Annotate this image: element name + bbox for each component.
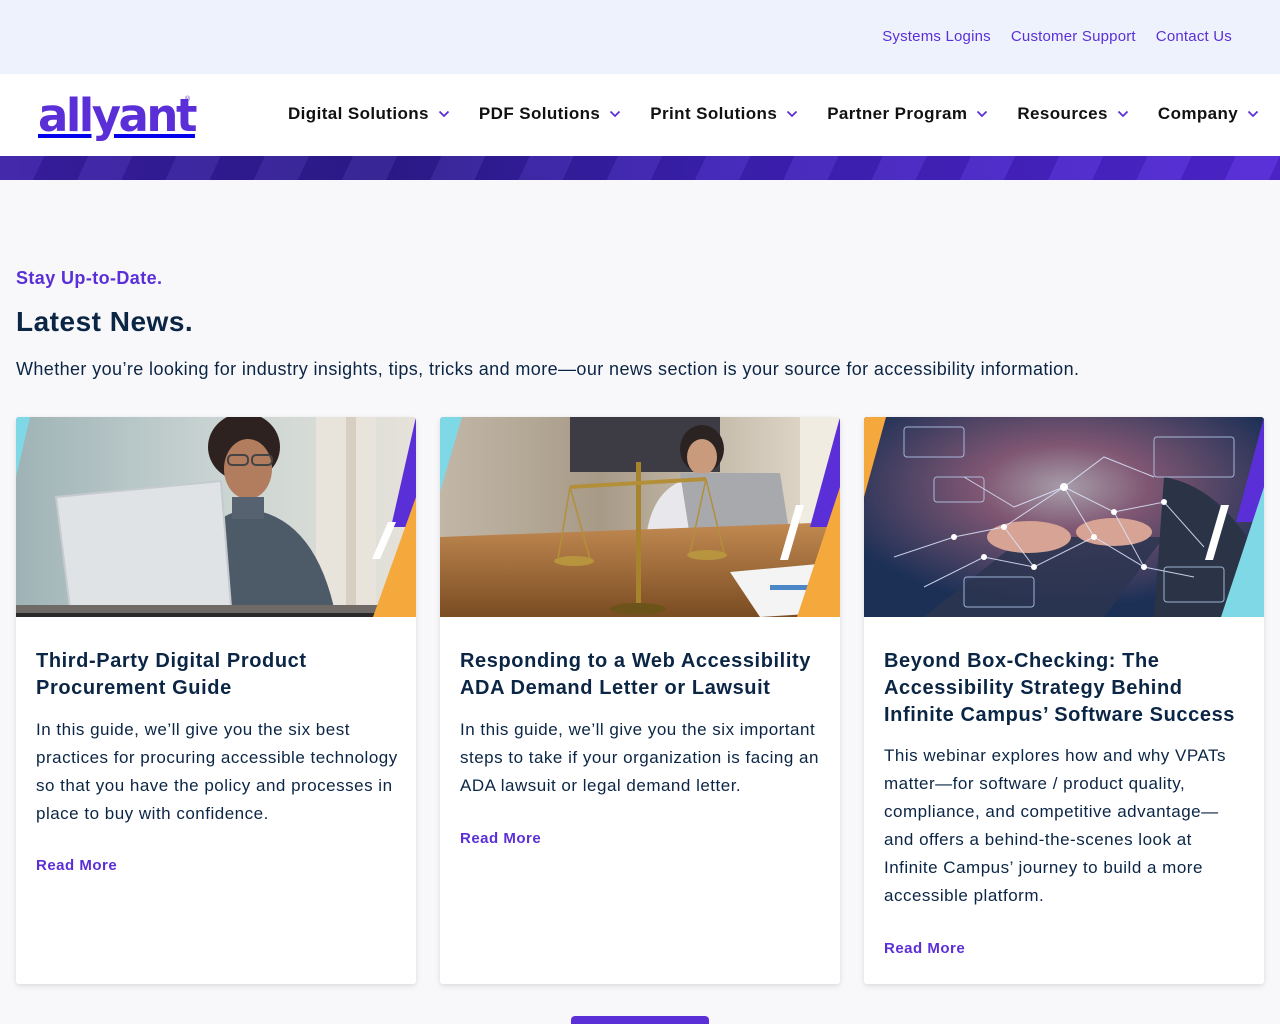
read-more-link[interactable]: Read More: [460, 830, 541, 847]
contact-us-link[interactable]: Contact Us: [1156, 28, 1232, 45]
read-more-link[interactable]: Read More: [884, 940, 965, 957]
logo-registered-mark: ®: [185, 96, 191, 103]
card-image-tech-network: [864, 417, 1264, 617]
chevron-down-icon: [1248, 110, 1259, 118]
systems-logins-link[interactable]: Systems Logins: [882, 28, 991, 45]
allyant-logo[interactable]: allyant ®: [38, 88, 198, 144]
nav-label: Print Solutions: [650, 104, 778, 123]
nav-label: Resources: [1017, 104, 1108, 123]
main-nav: Digital Solutions PDF Solutions Print So…: [288, 104, 1259, 124]
utility-links: Systems Logins Customer Support Contact …: [882, 28, 1232, 45]
nav-print-solutions[interactable]: Print Solutions: [650, 104, 798, 124]
nav-partner-program[interactable]: Partner Program: [827, 104, 988, 124]
card-title[interactable]: Beyond Box-Checking: The Accessibility S…: [884, 648, 1249, 729]
nav-resources[interactable]: Resources: [1017, 104, 1129, 124]
chevron-down-icon: [977, 110, 988, 118]
utility-bar: Systems Logins Customer Support Contact …: [0, 0, 1280, 74]
card-title[interactable]: Responding to a Web Accessibility ADA De…: [460, 648, 825, 702]
nav-digital-solutions[interactable]: Digital Solutions: [288, 104, 450, 124]
nav-label: Partner Program: [827, 104, 968, 123]
nav-label: Company: [1157, 104, 1239, 123]
nav-pdf-solutions[interactable]: PDF Solutions: [479, 104, 621, 124]
news-card[interactable]: Third-Party Digital Product Procurement …: [16, 417, 416, 984]
section-eyebrow: Stay Up-to-Date.: [16, 268, 163, 288]
read-more-link[interactable]: Read More: [36, 857, 117, 874]
chevron-down-icon: [1117, 110, 1129, 118]
card-image-woman-laptop: [16, 417, 416, 617]
chevron-down-icon: [610, 110, 621, 118]
section-description: Whether you’re looking for industry insi…: [16, 359, 1080, 379]
customer-support-link[interactable]: Customer Support: [1011, 28, 1136, 45]
hero-banner-stripe: [0, 156, 1280, 180]
nav-label: PDF Solutions: [478, 104, 601, 123]
news-card[interactable]: Responding to a Web Accessibility ADA De…: [440, 417, 840, 984]
card-excerpt: In this guide, we’ll give you the six be…: [36, 720, 398, 823]
view-all-news-button[interactable]: [571, 1016, 709, 1024]
card-image-justice-scales: [440, 417, 840, 617]
nav-label: Digital Solutions: [288, 104, 429, 123]
section-title: Latest News.: [16, 306, 194, 337]
nav-company[interactable]: Company: [1158, 104, 1259, 124]
chevron-down-icon: [787, 110, 798, 118]
card-title[interactable]: Third-Party Digital Product Procurement …: [36, 648, 401, 702]
logo-wordmark: allyant: [38, 89, 197, 142]
news-card[interactable]: Beyond Box-Checking: The Accessibility S…: [864, 417, 1264, 984]
main-header: allyant ® Digital Solutions PDF Solution…: [0, 74, 1280, 156]
card-excerpt: This webinar explores how and why VPATs …: [884, 746, 1227, 905]
chevron-down-icon: [438, 110, 450, 118]
card-excerpt: In this guide, we’ll give you the six im…: [460, 720, 819, 795]
